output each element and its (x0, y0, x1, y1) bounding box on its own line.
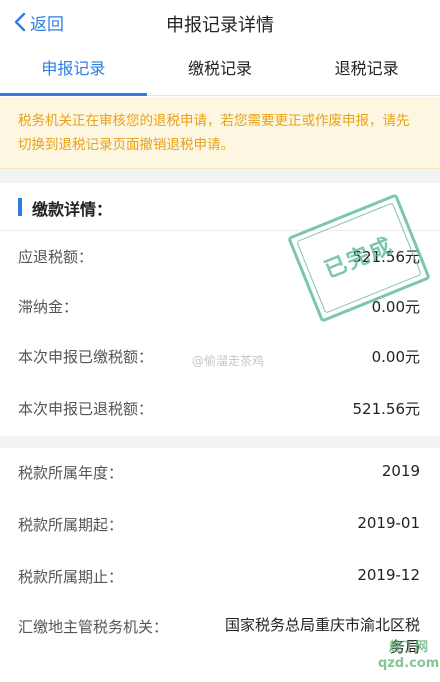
watermark: @偷溜走茶鸡 (192, 354, 265, 368)
row-value: 2019-01 (357, 514, 420, 532)
row-label: 税款所属期起： (18, 516, 124, 534)
row-value: 2019 (381, 462, 420, 480)
row-value: 2019-12 (357, 566, 420, 584)
refunded-tax-row: 本次申报已退税额： 521.56元 (0, 384, 440, 434)
row-label: 滞纳金： (18, 298, 79, 316)
page-title: 申报记录详情 (166, 15, 274, 36)
tab-declaration-records[interactable]: 申报记录 (0, 44, 147, 96)
row-label: 税款所属期止： (18, 568, 124, 586)
section-accent-bar (18, 198, 22, 216)
row-label: 本次申报已缴税额： (18, 348, 154, 366)
tab-payment-records[interactable]: 缴税记录 (147, 44, 294, 95)
site-watermark: 趣丁网 qzd.com (378, 640, 439, 672)
section-divider (0, 169, 440, 183)
payment-section-title: 缴款详情： (32, 200, 113, 219)
site-watermark-name: 趣丁网 (389, 640, 429, 655)
row-value: 521.56元 (352, 400, 421, 418)
period-end-row: 税款所属期止： 2019-12 (0, 552, 440, 602)
row-label: 本次申报已退税额： (18, 400, 154, 418)
period-start-row: 税款所属期起： 2019-01 (0, 500, 440, 550)
site-watermark-url: qzd.com (378, 656, 440, 671)
nav-bar: 返回 申报记录详情 (0, 0, 440, 44)
row-label: 汇缴地主管税务机关： (18, 618, 169, 636)
tax-year-row: 税款所属年度： 2019 (0, 448, 440, 498)
section-divider (0, 436, 440, 448)
tax-authority-row: 汇缴地主管税务机关： 国家税务总局重庆市渝北区税务局 (0, 602, 440, 672)
row-label: 税款所属年度： (18, 464, 124, 482)
tab-bar: 申报记录 缴税记录 退税记录 (0, 44, 440, 96)
row-label: 应退税额： (18, 248, 94, 266)
tab-refund-records[interactable]: 退税记录 (293, 44, 440, 95)
notice-banner: 税务机关正在审核您的退税申请，若您需要更正或作废申报，请先切换到退税记录页面撤销… (0, 97, 440, 169)
row-value: 0.00元 (371, 348, 420, 366)
